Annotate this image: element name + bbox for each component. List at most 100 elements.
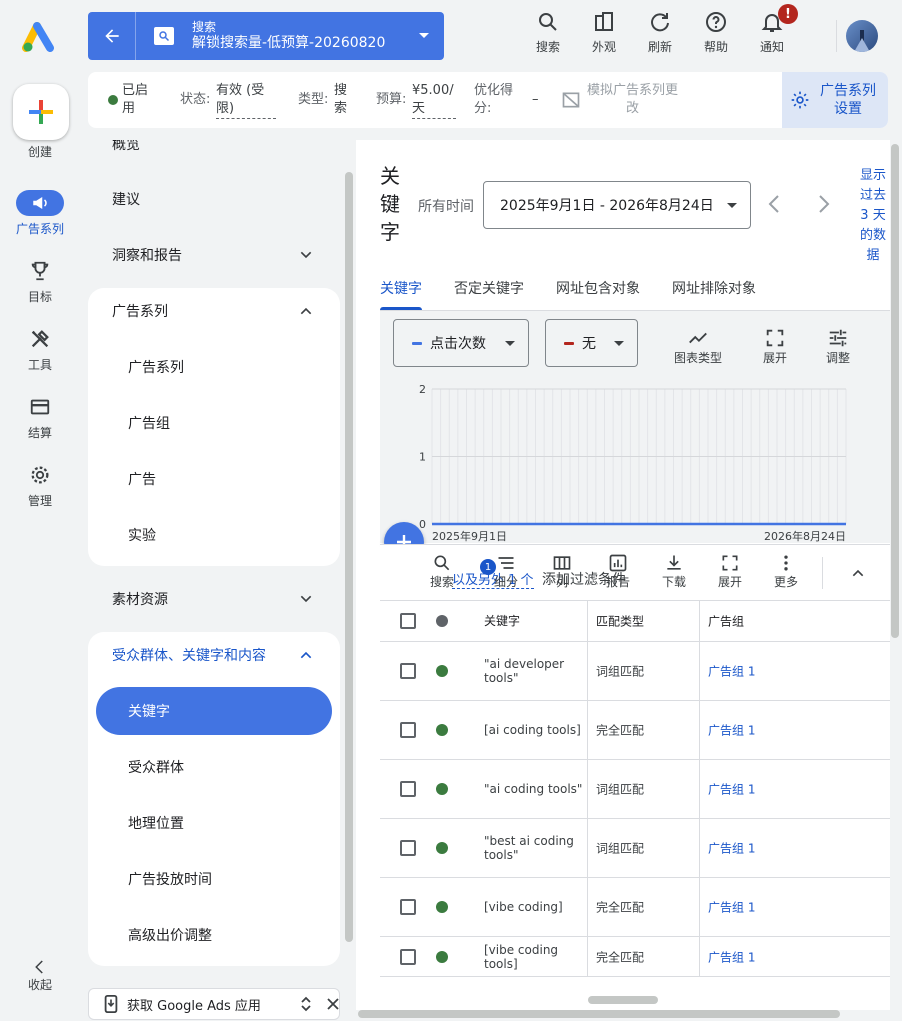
nav-assets[interactable]: 素材资源 <box>88 571 342 627</box>
appearance-icon <box>595 12 613 31</box>
tab-url-include[interactable]: 网址包含对象 <box>556 266 640 310</box>
nav-recommendations[interactable]: 建议 <box>88 171 342 227</box>
chevron-up-icon[interactable] <box>850 565 866 581</box>
rail-item-tools[interactable]: 工具 <box>0 326 80 373</box>
google-ads-logo[interactable] <box>22 20 58 52</box>
metric-selector-2[interactable]: 无 <box>545 319 638 367</box>
nav-audience-group[interactable]: 受众群体、关键字和内容 <box>88 627 342 683</box>
unfold-icon[interactable] <box>299 996 313 1012</box>
chart-adjust-button[interactable]: 调整 <box>808 327 868 366</box>
nav-sub-keywords[interactable]: 关键字 <box>96 687 332 735</box>
budget-value[interactable]: ¥5.00/天 <box>412 82 456 119</box>
rail-collapse-button[interactable]: 收起 <box>0 958 80 993</box>
col-match-type[interactable]: 匹配类型 <box>596 613 644 630</box>
row-checkbox[interactable] <box>400 840 416 856</box>
top-appearance-button[interactable]: 外观 <box>576 10 632 55</box>
date-range-picker[interactable]: 2025年9月1日 - 2026年8月24日 <box>483 181 751 229</box>
caret-down-icon <box>614 341 624 346</box>
rail-item-campaigns[interactable]: 广告系列 <box>0 190 80 237</box>
nav-sub-bid-adjust[interactable]: 高级出价调整 <box>88 907 340 963</box>
ad-group-link[interactable]: 广告组 1 <box>708 722 755 739</box>
back-button[interactable] <box>88 12 136 60</box>
toolbar-search-button[interactable]: 搜索 <box>414 553 470 590</box>
chevron-up-icon <box>300 651 312 659</box>
ad-group-link[interactable]: 广告组 1 <box>708 781 755 798</box>
nav-sub-campaigns[interactable]: 广告系列 <box>88 339 340 395</box>
rail-item-billing[interactable]: 结算 <box>0 394 80 441</box>
enabled-status[interactable]: 已启用 <box>122 82 158 118</box>
match-type-cell: 完全匹配 <box>596 900 645 915</box>
row-checkbox[interactable] <box>400 781 416 797</box>
row-checkbox[interactable] <box>400 722 416 738</box>
ad-group-link[interactable]: 广告组 1 <box>708 948 755 965</box>
match-type-cell: 完全匹配 <box>596 950 645 964</box>
col-ad-group[interactable]: 广告组 <box>708 613 744 630</box>
toolbar-more-button[interactable]: 更多 <box>758 553 814 590</box>
nav-sub-adgroups-label: 广告组 <box>128 416 170 432</box>
tab-keywords[interactable]: 关键字 <box>380 266 422 310</box>
ad-group-link[interactable]: 广告组 1 <box>708 840 755 857</box>
simulate-changes-button[interactable]: 模拟广告系列更改 <box>561 82 679 118</box>
row-checkbox[interactable] <box>400 948 416 965</box>
toolbar-columns-button[interactable]: 列 <box>534 553 590 590</box>
table-toolbar: 以及另外 1 个 搜索 1 细分 添加过滤条件 列 报告 下载 展开 更多 <box>380 544 890 600</box>
nav-insights[interactable]: 洞察和报告 <box>88 227 342 283</box>
campaign-name: 解锁搜索量-低预算-20260820 <box>192 35 386 51</box>
nav-sub-adgroups[interactable]: 广告组 <box>88 395 340 451</box>
show-recent-link[interactable]: 显示过去 3 天的数据 <box>856 166 890 266</box>
nav-campaigns-group[interactable]: 广告系列 <box>88 283 342 339</box>
app-download-banner[interactable]: 获取 Google Ads 应用 <box>88 988 340 1020</box>
nav-scrollbar[interactable] <box>345 172 353 942</box>
top-search-label: 搜索 <box>535 40 560 54</box>
page-horizontal-scrollbar[interactable] <box>358 1010 840 1018</box>
avatar[interactable] <box>846 20 878 52</box>
rail-item-goals[interactable]: 目标 <box>0 258 80 305</box>
nav-sub-ads[interactable]: 广告 <box>88 451 340 507</box>
top-help-button[interactable]: 帮助 <box>688 10 744 55</box>
rail-item-admin[interactable]: 管理 <box>0 462 80 509</box>
ad-group-link[interactable]: 广告组 1 <box>708 663 755 680</box>
tab-negative-keywords[interactable]: 否定关键字 <box>454 266 524 310</box>
keyword-cell[interactable]: [vibe coding] <box>484 900 584 914</box>
nav-sub-experiments[interactable]: 实验 <box>88 507 340 563</box>
chevron-left-icon[interactable] <box>766 194 784 214</box>
campaign-selector[interactable]: 搜索 解锁搜索量-低预算-20260820 <box>88 12 444 60</box>
rail-create-label-wrap: 创建 <box>0 143 80 160</box>
nav-sub-locations[interactable]: 地理位置 <box>88 795 340 851</box>
select-all-checkbox[interactable] <box>400 613 416 629</box>
toolbar-expand-button[interactable]: 展开 <box>702 553 758 590</box>
chart-type-button[interactable]: 图表类型 <box>668 327 728 366</box>
campaign-settings-button[interactable]: 广告系列设置 <box>782 72 888 128</box>
create-button[interactable] <box>13 84 69 140</box>
ad-group-link[interactable]: 广告组 1 <box>708 899 755 916</box>
campaign-type: 搜索 <box>192 20 217 34</box>
toolbar-report-button[interactable]: 报告 <box>590 553 646 590</box>
toolbar-search-label: 搜索 <box>429 575 454 589</box>
metric-selector-1[interactable]: 点击次数 <box>393 319 529 367</box>
nav-sub-audiences[interactable]: 受众群体 <box>88 739 340 795</box>
nav-sub-schedule[interactable]: 广告投放时间 <box>88 851 340 907</box>
row-checkbox[interactable] <box>400 899 416 915</box>
toolbar-download-button[interactable]: 下载 <box>646 553 702 590</box>
nav-overview[interactable]: 概览 <box>88 140 342 172</box>
main-scrollbar[interactable] <box>891 144 899 638</box>
col-keyword[interactable]: 关键字 <box>484 614 584 628</box>
toolbar-segment-button[interactable]: 细分 <box>478 553 534 590</box>
keyword-cell[interactable]: "best ai coding tools" <box>484 834 584 862</box>
keyword-cell[interactable]: "ai developer tools" <box>484 657 584 685</box>
keyword-cell[interactable]: "ai coding tools" <box>484 782 584 796</box>
top-search-button[interactable]: 搜索 <box>520 10 576 55</box>
top-notifications-button[interactable]: 通知 ! <box>744 4 800 55</box>
chevron-right-icon[interactable] <box>814 194 832 214</box>
row-checkbox[interactable] <box>400 663 416 679</box>
close-icon[interactable] <box>327 998 339 1010</box>
keyword-cell[interactable]: [vibe coding tools] <box>484 943 584 971</box>
state-value[interactable]: 有效 (受限) <box>216 82 276 119</box>
tab-url-exclude[interactable]: 网址排除对象 <box>672 266 756 310</box>
keyword-cell[interactable]: [ai coding tools] <box>484 723 584 737</box>
top-refresh-button[interactable]: 刷新 <box>632 10 688 55</box>
gear-icon <box>791 91 809 109</box>
table-horizontal-scrollbar[interactable] <box>588 996 658 1004</box>
y-tick-label: 1 <box>419 451 426 464</box>
chart-expand-button[interactable]: 展开 <box>745 327 805 366</box>
